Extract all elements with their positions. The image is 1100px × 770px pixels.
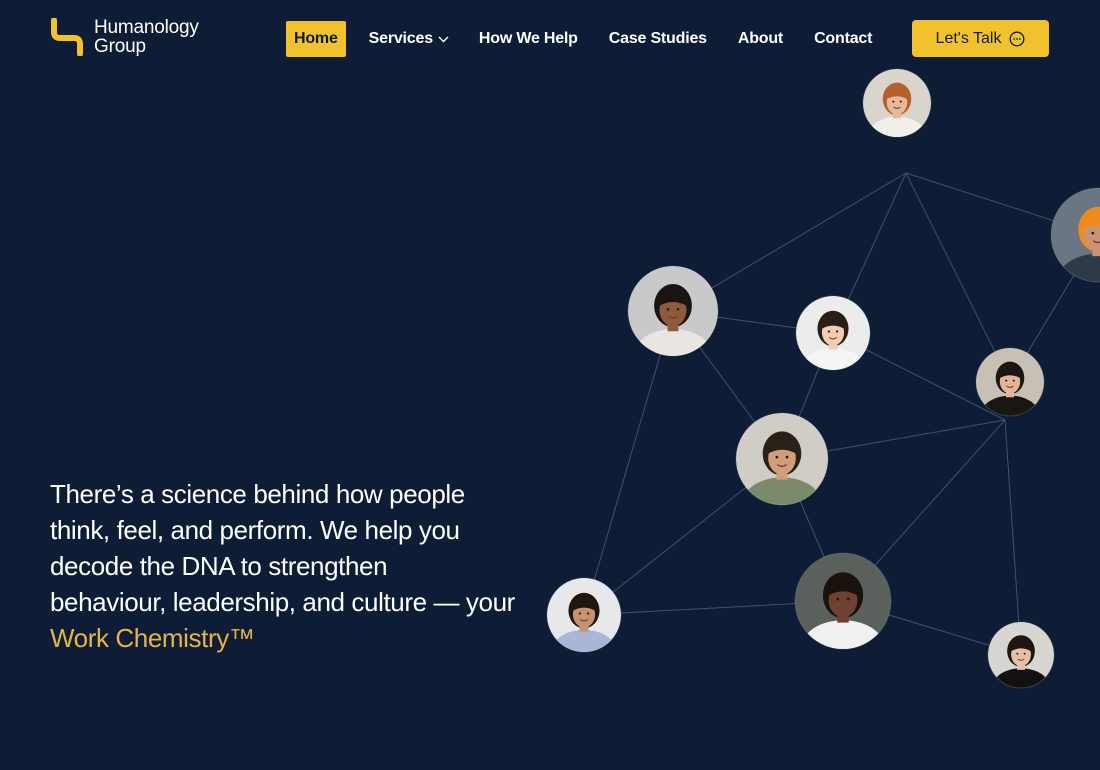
brand-logo[interactable]: Humanology Group [50,18,199,56]
nav-home[interactable]: Home [286,21,346,57]
nav-case-studies[interactable]: Case Studies [609,21,707,57]
logo-mark-icon [51,18,83,56]
hero-text: There’s a science behind how people thin… [50,476,540,656]
brand-line2: Group [94,36,146,57]
main-nav: Home Services How We Help Case Studies A… [286,21,872,57]
brand-line1: Humanology [94,17,199,38]
lets-talk-label: Let's Talk [935,29,1002,47]
avatar-woman-glasses-top [863,69,931,137]
avatar-woman-laptop [796,296,870,370]
avatar-woman-smiling-left [547,578,621,652]
network-line [1004,419,1022,656]
hero-line-4: behaviour, leadership, and culture — you… [50,587,515,617]
nav-about[interactable]: About [738,21,783,57]
nav-contact[interactable]: Contact [814,21,872,57]
chevron-down-icon [438,36,449,42]
avatar-man-glasses-center [736,413,828,505]
hero-line-1: There’s a science behind how people [50,479,465,509]
network-line [905,172,1011,383]
avatar-worker-hardhat [1051,188,1100,282]
hero-line-2: think, feel, and perform. We help you [50,515,460,545]
brand-wordmark: Humanology Group [94,18,199,56]
avatar-woman-striped-top [795,553,891,649]
avatar-woman-hijab [976,348,1044,416]
nav-services[interactable]: Services [369,21,449,57]
nav-services-label: Services [368,30,433,47]
chat-bubble-icon [1010,31,1025,46]
lets-talk-button[interactable]: Let's Talk [912,20,1049,57]
avatar-woman-curly-hair [628,266,718,356]
page: Humanology Group Home Services How We He… [0,0,1100,770]
network-avatars [546,68,1100,689]
hero-highlight: Work Chemistry™ [50,623,255,653]
nav-how-we-help[interactable]: How We Help [479,21,578,57]
hero-line-3: decode the DNA to strengthen [50,551,388,581]
network-line [583,310,674,616]
avatar-woman-dark-hair [988,622,1054,688]
